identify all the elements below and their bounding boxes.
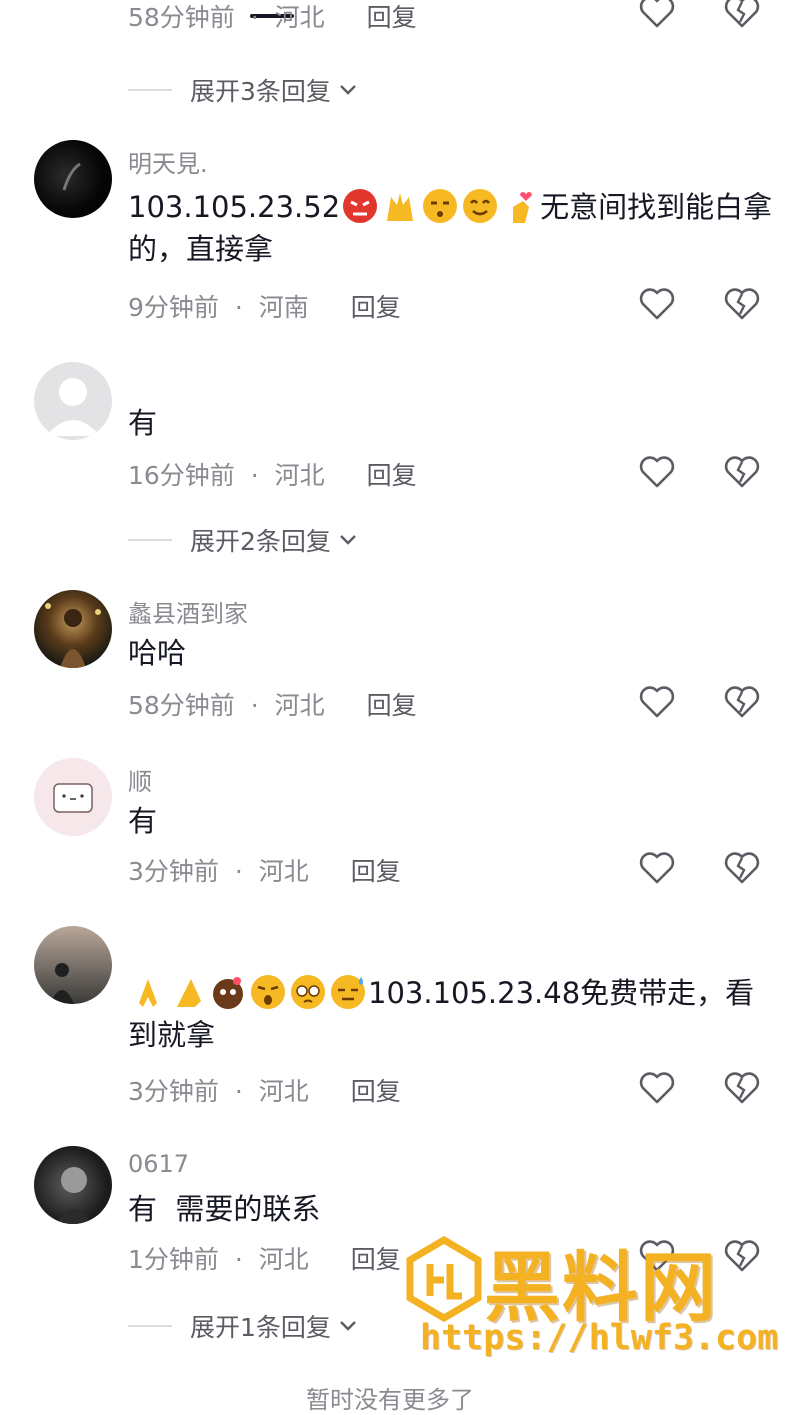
- comment-text: 103.105.23.52 无意间找到能白拿的，直接拿: [128, 186, 778, 270]
- comment-text: 有: [128, 804, 158, 838]
- reply-button[interactable]: 回复: [367, 691, 417, 720]
- avatar[interactable]: [34, 926, 112, 1004]
- brown-face-emoji-icon: [213, 977, 243, 1009]
- chevron-down-icon: [340, 535, 356, 545]
- comment-time: 3分钟前: [128, 1077, 219, 1106]
- watermark-logo-icon: [406, 1236, 482, 1322]
- no-more-label: 暂时没有更多了: [306, 1386, 474, 1414]
- expand-replies-label: 展开1条回复: [190, 1313, 331, 1342]
- comment-text: 103.105.23.48免费带走，看到就拿: [128, 972, 778, 1056]
- username[interactable]: 顺: [128, 762, 152, 797]
- reply-button[interactable]: 回复: [367, 3, 417, 32]
- divider-line: [128, 89, 172, 91]
- heart-outline-icon[interactable]: [637, 848, 677, 888]
- meta-separator: ·: [250, 691, 259, 720]
- comment-time: 3分钟前: [128, 857, 219, 886]
- comment-meta: 3分钟前 · 河北 回复: [128, 1072, 401, 1108]
- comment-meta: 1分钟前 · 河北 回复: [128, 1240, 401, 1276]
- comment-text: 有: [128, 406, 158, 440]
- comment-location: 河北: [274, 461, 325, 490]
- broken-heart-icon[interactable]: [722, 1068, 762, 1108]
- comment-location: 河北: [258, 857, 309, 886]
- reply-button[interactable]: 回复: [351, 857, 401, 886]
- comment-location: 河北: [274, 691, 325, 720]
- expand-replies-button[interactable]: 展开3条回复: [128, 72, 357, 108]
- comment-time: 58分钟前: [128, 691, 235, 720]
- chevron-down-icon: [340, 85, 356, 95]
- watermark-url: https://hlwf3.com: [420, 1318, 779, 1358]
- meta-separator: ·: [250, 3, 259, 32]
- sweat-emoji-icon: [331, 975, 365, 1009]
- expand-replies-label: 展开3条回复: [190, 77, 331, 106]
- username[interactable]: 明天見.: [128, 144, 208, 179]
- comment-location: 河南: [258, 293, 309, 322]
- heart-outline-icon[interactable]: [637, 1068, 677, 1108]
- comment-text: 哈哈: [128, 636, 187, 670]
- smile-emoji-icon: [463, 189, 498, 223]
- expand-replies-button[interactable]: 展开1条回复: [128, 1308, 357, 1344]
- toast-character-icon: [53, 783, 93, 813]
- comment-meta: 3分钟前 · 河北 回复: [128, 852, 401, 888]
- person-silhouette-icon: [46, 378, 100, 436]
- reply-button[interactable]: 回复: [351, 1077, 401, 1106]
- meta-separator: ·: [234, 857, 243, 886]
- reply-button[interactable]: 回复: [351, 293, 401, 322]
- comment-text: 有 需要的联系: [128, 1192, 321, 1226]
- avatar-figure: [56, 1167, 92, 1224]
- heart-outline-icon[interactable]: [637, 0, 677, 32]
- divider-line: [128, 1325, 172, 1327]
- angry-emoji-icon: [343, 189, 378, 223]
- comment-location: 河北: [274, 3, 325, 32]
- pleading-emoji-icon: [291, 975, 325, 1009]
- comment-meta: 16分钟前 · 河北 回复: [128, 456, 417, 492]
- avatar[interactable]: [34, 1146, 112, 1224]
- heart-outline-icon[interactable]: [637, 284, 677, 324]
- finger-heart-emoji-icon: [513, 192, 533, 223]
- avatar[interactable]: [34, 758, 112, 836]
- broken-heart-icon[interactable]: [722, 0, 762, 32]
- avatar-figure: [45, 603, 101, 668]
- heart-outline-icon[interactable]: [637, 682, 677, 722]
- comment-time: 16分钟前: [128, 461, 235, 490]
- crying-emoji-icon: [251, 975, 285, 1009]
- broken-heart-icon[interactable]: [722, 848, 762, 888]
- username[interactable]: 0617: [128, 1150, 189, 1178]
- comment-meta-partial: 58分钟前 · 河北 回复: [128, 0, 417, 34]
- comment-time: 58分钟前: [128, 3, 235, 32]
- comment-time: 1分钟前: [128, 1245, 219, 1274]
- broken-heart-icon[interactable]: [722, 452, 762, 492]
- pray-emoji-icon: [177, 979, 201, 1007]
- comment-location: 河北: [258, 1245, 309, 1274]
- avatar[interactable]: [34, 140, 112, 218]
- avatar-figure: [50, 963, 74, 1004]
- comment-text-part: 103.105.23.52: [128, 190, 341, 224]
- meta-separator: ·: [234, 1077, 243, 1106]
- expand-replies-button[interactable]: 展开2条回复: [128, 522, 357, 558]
- username[interactable]: 蠡县酒到家: [128, 594, 248, 629]
- meta-separator: ·: [234, 293, 243, 322]
- divider-line: [128, 539, 172, 541]
- broken-heart-icon[interactable]: [722, 284, 762, 324]
- meta-separator: ·: [250, 461, 259, 490]
- raised-hands-emoji-icon: [387, 193, 414, 221]
- comment-location: 河北: [258, 1077, 309, 1106]
- reply-button[interactable]: 回复: [367, 461, 417, 490]
- chevron-down-icon: [340, 1321, 356, 1331]
- heart-outline-icon[interactable]: [637, 452, 677, 492]
- meta-separator: ·: [234, 1245, 243, 1274]
- avatar-figure: [62, 162, 81, 191]
- default-avatar-icon[interactable]: [34, 362, 112, 440]
- expand-replies-label: 展开2条回复: [190, 527, 331, 556]
- smirk-emoji-icon: [423, 189, 458, 223]
- avatar[interactable]: [34, 590, 112, 668]
- broken-heart-icon[interactable]: [722, 1236, 762, 1276]
- comment-meta: 58分钟前 · 河北 回复: [128, 686, 417, 722]
- pray-emoji-icon: [139, 979, 157, 1007]
- comment-time: 9分钟前: [128, 293, 219, 322]
- comment-meta: 9分钟前 · 河南 回复: [128, 288, 401, 324]
- reply-button[interactable]: 回复: [351, 1245, 401, 1274]
- broken-heart-icon[interactable]: [722, 682, 762, 722]
